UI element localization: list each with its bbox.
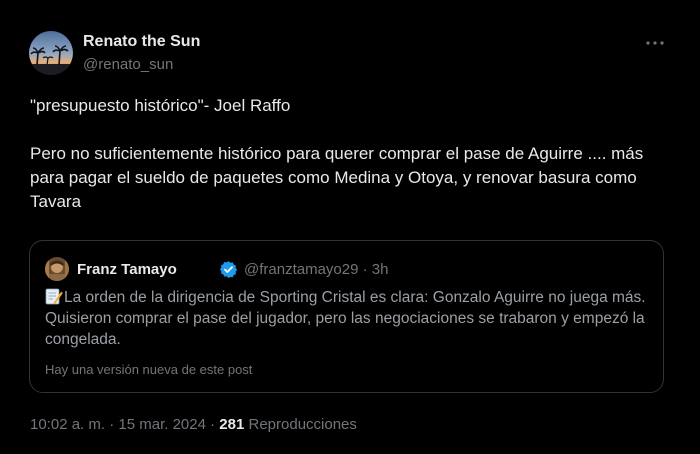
author-name[interactable]: Renato the Sun [83, 33, 200, 51]
more-options-button[interactable] [642, 30, 668, 56]
quoted-author-avatar-image [45, 257, 69, 281]
quoted-meta-separator: · [362, 261, 368, 278]
tweet-text-line1: "presupuesto histórico"- Joel Raffo [30, 96, 291, 115]
quoted-tweet-text-content: La orden de la dirigencia de Sporting Cr… [45, 289, 646, 348]
quoted-author-avatar[interactable] [45, 257, 69, 281]
post-time[interactable]: 10:02 a. m. [30, 416, 105, 433]
quoted-meta: @franztamayo29 · 3h [244, 261, 388, 278]
post-date[interactable]: 15 mar. 2024 [118, 416, 206, 433]
quoted-time[interactable]: 3h [372, 261, 389, 278]
author-avatar[interactable] [29, 31, 73, 75]
author-handle[interactable]: @renato_sun [83, 56, 173, 73]
quoted-author-name[interactable]: Franz Tamayo [77, 261, 177, 278]
views-count[interactable]: 281 [219, 416, 244, 433]
author-avatar-image [29, 31, 73, 75]
tweet-footer: 10:02 a. m. · 15 mar. 2024 · 281 Reprodu… [30, 416, 357, 433]
quoted-author-handle[interactable]: @franztamayo29 [244, 261, 358, 278]
quoted-tweet-text: La orden de la dirigencia de Sporting Cr… [45, 287, 655, 350]
views-label[interactable]: Reproducciones [249, 416, 357, 433]
tweet-text: "presupuesto histórico"- Joel Raffo Pero… [30, 94, 680, 214]
footer-separator: · [109, 416, 115, 433]
new-version-notice[interactable]: Hay una versión nueva de este post [45, 362, 252, 377]
memo-icon [45, 288, 63, 305]
footer-separator: · [210, 416, 216, 433]
more-dots-icon [646, 41, 664, 45]
quoted-tweet-card[interactable]: Franz Tamayo @franztamayo29 · 3h La orde… [29, 240, 664, 393]
verified-badge-icon [219, 261, 238, 278]
tweet-text-line2: Pero no suficientemente histórico para q… [30, 144, 644, 211]
